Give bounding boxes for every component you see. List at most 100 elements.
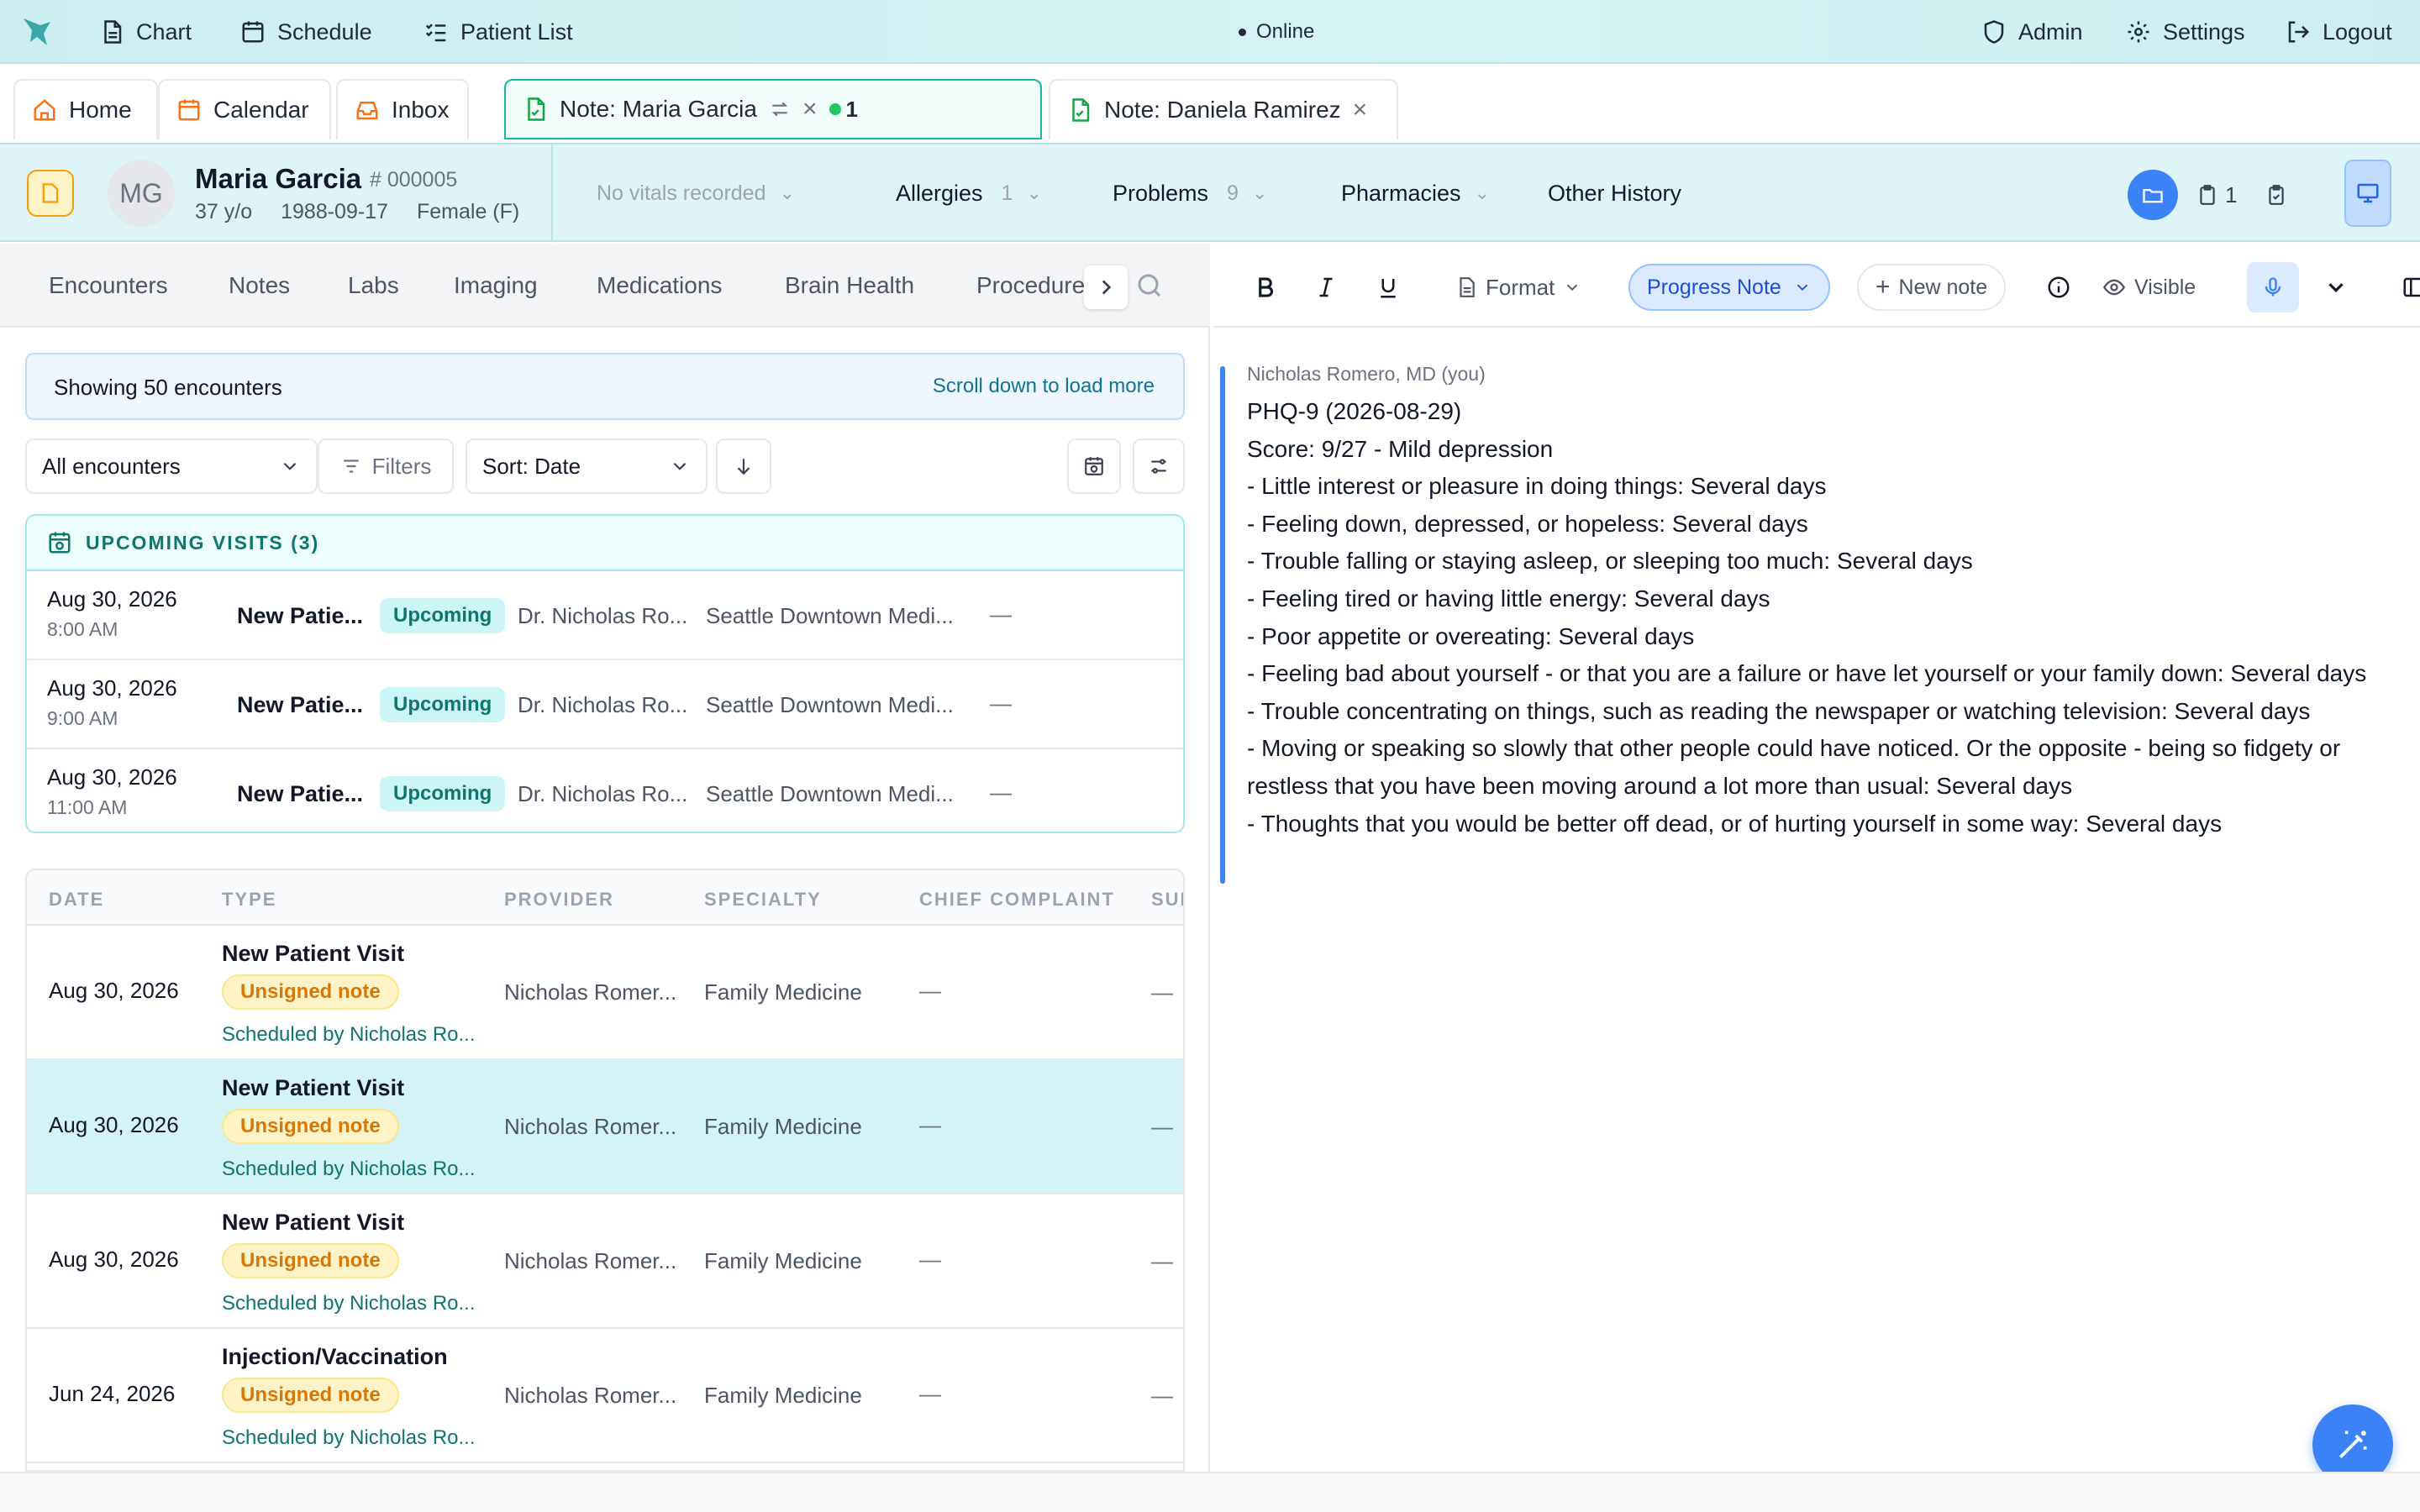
tab-note-maria-garcia[interactable]: Note: Maria Garcia × 1 [504, 79, 1042, 139]
encounters-panel: Encounters Notes Labs Imaging Medication… [0, 244, 1210, 1472]
clipboard-check-button[interactable] [2255, 184, 2297, 206]
column-header-summary[interactable]: SUI [1151, 889, 1183, 911]
note-section-marker [1220, 366, 1225, 884]
sort-direction-button[interactable] [716, 438, 771, 494]
column-header-chief-complaint[interactable]: CHIEF COMPLAINT [919, 889, 1115, 911]
pharmacies-dropdown[interactable]: Pharmacies ⌄ [1341, 144, 1490, 242]
tab-procedures[interactable]: Procedure [976, 244, 1084, 326]
upcoming-visit-row[interactable]: Aug 30, 2026 11:00 AM New Patie... Upcom… [27, 749, 1183, 832]
tab-brain-health[interactable]: Brain Health [785, 244, 914, 326]
nav-chart[interactable]: Chart [99, 0, 192, 64]
clipboard-count-button[interactable]: 1 [2186, 182, 2247, 208]
column-header-type[interactable]: TYPE [222, 889, 276, 911]
tab-imaging[interactable]: Imaging [454, 244, 538, 326]
visibility-toggle[interactable]: Visible [2102, 267, 2196, 307]
sort-select[interactable]: Sort: Date [466, 438, 708, 494]
folder-open-icon [2143, 189, 2163, 203]
dictation-button[interactable] [2247, 262, 2299, 312]
note-line: - Little interest or pleasure in doing t… [1247, 473, 1827, 500]
nav-schedule[interactable]: Schedule [240, 0, 372, 64]
encounter-specialty: Family Medicine [704, 1248, 862, 1273]
tab-home[interactable]: Home [13, 79, 158, 139]
document-icon [104, 20, 122, 44]
vitals-dropdown[interactable]: No vitals recorded ⌄ [597, 144, 795, 242]
encounter-chief-complaint: — [919, 1112, 941, 1137]
encounter-summary: — [1151, 1383, 1173, 1408]
nav-admin[interactable]: Admin [1981, 0, 2083, 64]
problems-dropdown[interactable]: Problems 9 ⌄ [1113, 144, 1267, 242]
info-icon [2048, 276, 2070, 298]
scroll-tabs-right-button[interactable] [1084, 265, 1128, 309]
status-badge: Upcoming [380, 687, 506, 722]
encounter-chief-complaint: — [919, 1247, 941, 1272]
table-row[interactable]: Jun 24, 2026 Injection/Vaccination Unsig… [27, 1329, 1183, 1463]
new-note-button[interactable]: + New note [1857, 264, 2007, 311]
column-header-date[interactable]: DATE [49, 889, 104, 911]
chevron-down-icon: ⌄ [779, 182, 795, 203]
table-row[interactable]: Aug 30, 2026 New Patient Visit Unsigned … [27, 1194, 1183, 1329]
allergies-dropdown[interactable]: Allergies 1 ⌄ [896, 144, 1042, 242]
table-row[interactable]: Aug 30, 2026 New Patient Visit Unsigned … [27, 926, 1183, 1060]
more-options-button[interactable] [2321, 267, 2351, 307]
tab-medications[interactable]: Medications [597, 244, 722, 326]
patient-name[interactable]: Maria Garcia [195, 163, 361, 195]
patient-folder-button[interactable] [27, 170, 74, 217]
column-header-specialty[interactable]: SPECIALTY [704, 889, 822, 911]
nav-patient-list[interactable]: Patient List [424, 0, 573, 64]
column-header-provider[interactable]: PROVIDER [504, 889, 614, 911]
side-panel-button[interactable] [2402, 267, 2420, 307]
encounter-type-select[interactable]: All encounters [25, 438, 318, 494]
note-file-icon [528, 97, 545, 121]
search-icon[interactable] [1134, 270, 1165, 301]
tab-inbox-label: Inbox [392, 97, 450, 123]
visit-type: New Patie... [237, 781, 364, 806]
note-line: - Moving or speaking so slowly that othe… [1247, 735, 2341, 799]
encounter-provider: Nicholas Romer... [504, 1383, 677, 1408]
tab-encounters[interactable]: Encounters [49, 244, 168, 326]
encounter-provider: Nicholas Romer... [504, 1248, 677, 1273]
close-icon[interactable]: × [802, 95, 818, 123]
chevron-down-icon [2328, 283, 2344, 292]
visit-time: 8:00 AM [47, 618, 118, 640]
underline-button[interactable] [1370, 267, 1407, 307]
close-icon[interactable]: × [1353, 96, 1368, 124]
visit-time: 11:00 AM [47, 796, 128, 818]
encounter-date: Jun 24, 2026 [49, 1381, 176, 1406]
table-row-selected[interactable]: Aug 30, 2026 New Patient Visit Unsigned … [27, 1060, 1183, 1194]
chevron-down-icon [1567, 284, 1578, 291]
format-dropdown[interactable]: Format [1455, 267, 1581, 307]
tab-calendar[interactable]: Calendar [158, 79, 331, 139]
app-logo-icon[interactable] [18, 13, 55, 50]
visit-type: New Patie... [237, 692, 364, 717]
calendar-view-button[interactable] [1067, 438, 1121, 494]
upcoming-visits-header[interactable]: UPCOMING VISITS (3) [27, 516, 1183, 571]
column-settings-button[interactable] [1133, 438, 1185, 494]
tab-notes[interactable]: Notes [229, 244, 290, 326]
nav-settings[interactable]: Settings [2126, 0, 2245, 64]
info-button[interactable] [2042, 267, 2075, 307]
note-type-select[interactable]: Progress Note [1628, 264, 1830, 311]
load-more-link[interactable]: Scroll down to load more [933, 375, 1155, 398]
open-folder-button[interactable] [2128, 170, 2178, 220]
swap-icon[interactable] [769, 98, 791, 120]
note-text[interactable]: PHQ-9 (2026-08-29) Score: 9/27 - Mild de… [1247, 393, 2390, 843]
tab-note-daniela-ramirez[interactable]: Note: Daniela Ramirez × [1049, 79, 1398, 139]
italic-button[interactable] [1307, 267, 1344, 307]
encounter-type: New Patient Visit [222, 941, 405, 966]
allergies-count: 1 [1001, 181, 1013, 205]
encounter-filters: All encounters Filters Sort: Date [25, 438, 1185, 494]
other-history-button[interactable]: Other History [1548, 144, 1681, 242]
list-check-icon [425, 24, 446, 42]
nav-logout[interactable]: Logout [2286, 0, 2392, 64]
display-toggle-button[interactable] [2344, 160, 2391, 227]
nav-chart-label: Chart [136, 18, 192, 45]
tab-inbox[interactable]: Inbox [336, 79, 469, 139]
filters-button[interactable]: Filters [318, 438, 454, 494]
upcoming-visit-row[interactable]: Aug 30, 2026 9:00 AM New Patie... Upcomi… [27, 660, 1183, 749]
bold-button[interactable] [1247, 267, 1284, 307]
tab-labs[interactable]: Labs [348, 244, 399, 326]
upcoming-visit-row[interactable]: Aug 30, 2026 8:00 AM New Patie... Upcomi… [27, 571, 1183, 660]
patient-sex: Female (F) [417, 200, 520, 223]
logout-icon [2288, 21, 2310, 43]
scheduled-by: Scheduled by Nicholas Ro... [222, 1292, 476, 1315]
